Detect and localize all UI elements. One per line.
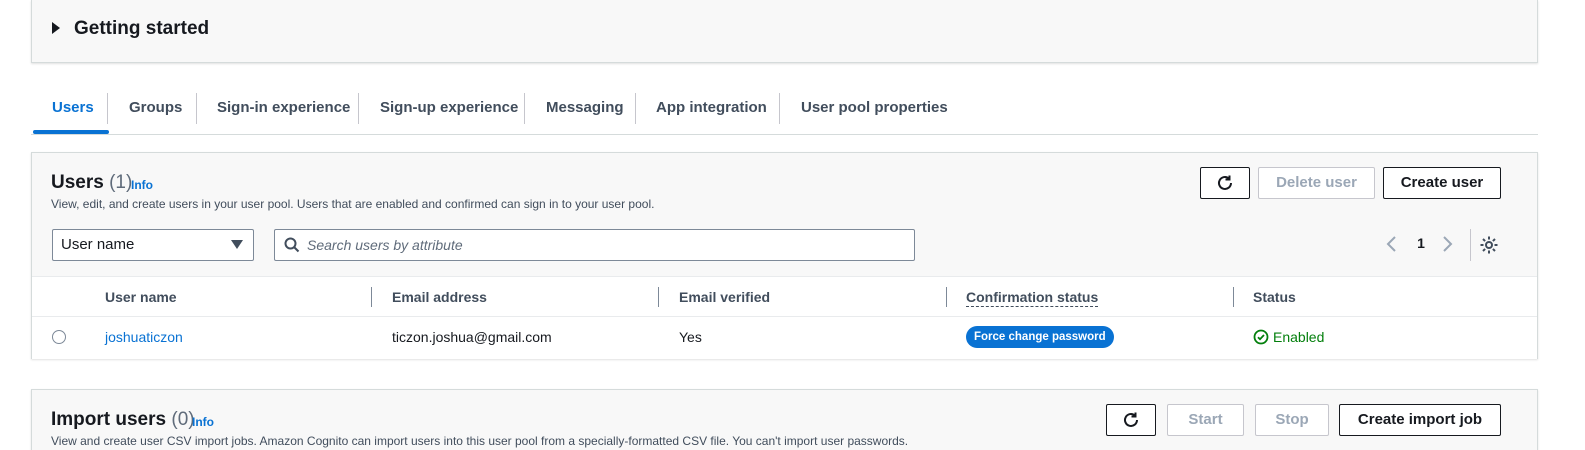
delete-user-button[interactable]: Delete user	[1258, 167, 1375, 199]
tab-sign-in-experience[interactable]: Sign-in experience	[217, 82, 350, 134]
email-cell: ticzon.joshua@gmail.com	[392, 329, 552, 345]
tab-bar: Users Groups Sign-in experience Sign-up …	[31, 82, 1538, 135]
column-resizer[interactable]	[658, 287, 659, 307]
column-header-username[interactable]: User name	[105, 289, 177, 305]
refresh-icon	[1218, 175, 1232, 190]
import-users-title-text: Import users	[51, 409, 167, 430]
users-table: User name Email address Email verified C…	[32, 276, 1537, 359]
search-placeholder: Search users by attribute	[307, 237, 463, 253]
page-number[interactable]: 1	[1414, 235, 1428, 251]
users-panel-title: Users (1)	[51, 172, 132, 194]
search-users-input[interactable]: Search users by attribute	[274, 229, 915, 261]
import-users-title: Import users (0)	[51, 409, 195, 431]
pager-divider	[1470, 229, 1471, 261]
refresh-users-button[interactable]	[1200, 167, 1250, 199]
column-header-confirmation-status[interactable]: Confirmation status	[966, 289, 1099, 307]
check-circle-icon	[1253, 329, 1269, 345]
tab-sign-up-experience[interactable]: Sign-up experience	[380, 82, 518, 134]
tab-divider	[107, 93, 108, 124]
stop-import-button[interactable]: Stop	[1255, 404, 1329, 436]
refresh-import-jobs-button[interactable]	[1106, 404, 1156, 436]
tab-divider	[524, 93, 525, 124]
getting-started-panel: Getting started	[31, 0, 1538, 63]
refresh-icon	[1124, 412, 1138, 427]
import-users-panel: Import users (0) Info View and create us…	[31, 389, 1538, 450]
attribute-select-value: User name	[61, 236, 135, 253]
tab-user-pool-properties[interactable]: User pool properties	[801, 82, 948, 134]
email-verified-cell: Yes	[679, 329, 702, 345]
tab-groups[interactable]: Groups	[129, 82, 182, 134]
table-header: User name Email address Email verified C…	[32, 277, 1537, 317]
users-description: View, edit, and create users in your use…	[51, 197, 655, 211]
status-cell: Enabled	[1253, 329, 1324, 345]
tab-messaging[interactable]: Messaging	[546, 82, 624, 134]
column-resizer[interactable]	[946, 287, 947, 307]
import-users-info-link[interactable]: Info	[192, 415, 214, 429]
username-link[interactable]: joshuaticzon	[105, 329, 183, 345]
column-header-status[interactable]: Status	[1253, 289, 1296, 305]
column-resizer[interactable]	[1233, 287, 1234, 307]
chevron-left-icon[interactable]	[1385, 235, 1399, 253]
users-title-text: Users	[51, 172, 104, 193]
tab-users[interactable]: Users	[52, 82, 94, 134]
import-users-description: View and create user CSV import jobs. Am…	[51, 434, 909, 448]
tab-divider	[358, 93, 359, 124]
start-import-button[interactable]: Start	[1167, 404, 1244, 436]
column-resizer[interactable]	[371, 287, 372, 307]
users-panel: Users (1) Info View, edit, and create us…	[31, 152, 1538, 359]
caret-right-icon[interactable]	[52, 22, 60, 34]
tab-divider	[779, 93, 780, 124]
chevron-right-icon[interactable]	[1440, 235, 1454, 253]
getting-started-title[interactable]: Getting started	[74, 18, 209, 40]
tab-divider	[635, 93, 636, 124]
attribute-select[interactable]: User name	[52, 229, 254, 261]
tab-app-integration[interactable]: App integration	[656, 82, 767, 134]
status-text: Enabled	[1273, 329, 1325, 345]
active-tab-indicator	[33, 130, 109, 134]
users-info-link[interactable]: Info	[131, 178, 153, 192]
users-count: (1)	[109, 172, 133, 193]
caret-down-icon	[231, 240, 243, 249]
confirmation-status-badge: Force change password	[966, 326, 1114, 348]
column-header-email-verified[interactable]: Email verified	[679, 289, 770, 305]
table-row: joshuaticzon ticzon.joshua@gmail.com Yes…	[32, 317, 1537, 358]
tab-divider	[196, 93, 197, 124]
column-header-email[interactable]: Email address	[392, 289, 487, 305]
search-icon	[284, 237, 300, 253]
create-import-job-button[interactable]: Create import job	[1339, 404, 1501, 436]
gear-icon[interactable]	[1479, 235, 1499, 255]
create-user-button[interactable]: Create user	[1383, 167, 1501, 199]
row-select-radio[interactable]	[52, 330, 66, 344]
